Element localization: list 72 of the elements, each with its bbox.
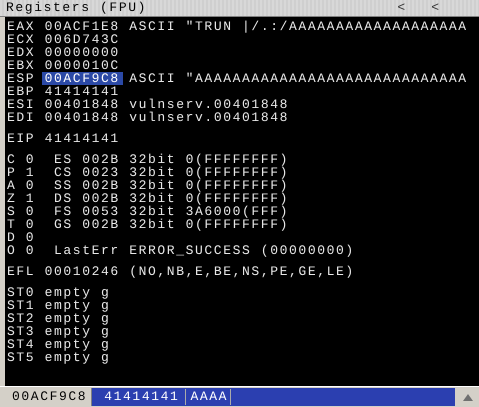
flag-value[interactable]: 0 (26, 218, 54, 231)
fpu-register-tag: g (101, 351, 110, 364)
segment-info: LastErr ERROR_SUCCESS (00000000) (54, 244, 355, 257)
register-name: EDI (7, 111, 36, 124)
flag-name: Z (7, 192, 18, 205)
register-value[interactable]: 41414141 (44, 85, 120, 98)
register-value[interactable]: 00ACF9C8 (42, 72, 123, 85)
fpu-register-state: empty (44, 312, 92, 325)
register-name: ESI (7, 98, 36, 111)
flag-value[interactable]: 0 (26, 179, 54, 192)
flag-name: A (7, 179, 18, 192)
register-comment: ASCII "TRUN |/.:/AAAAAAAAAAAAAAAAAAA (129, 20, 468, 33)
register-name: EIP (7, 132, 36, 145)
status-ascii: AAAA (186, 389, 232, 405)
register-comment: vulnserv.00401848 (129, 98, 290, 111)
register-name: EDX (7, 46, 36, 59)
register-comment: vulnserv.00401848 (129, 111, 290, 124)
fpu-register-state: empty (44, 351, 92, 364)
fpu-register-name: ST5 (7, 351, 36, 364)
fpu-register-name: ST4 (7, 338, 36, 351)
fpu-register-tag: g (101, 286, 110, 299)
register-comment: ASCII "AAAAAAAAAAAAAAAAAAAAAAAAAAAAA (129, 72, 468, 85)
register-value[interactable]: 00000000 (44, 46, 120, 59)
fpu-register-tag: g (101, 338, 110, 351)
flag-name: S (7, 205, 18, 218)
segment-info: DS 002B 32bit 0(FFFFFFFF) (54, 192, 290, 205)
segment-info: GS 002B 32bit 0(FFFFFFFF) (54, 218, 290, 231)
register-value[interactable]: 00010246 (44, 265, 120, 278)
fpu-register-tag: g (101, 299, 110, 312)
fpu-register-name: ST1 (7, 299, 36, 312)
fpu-register-tag: g (101, 312, 110, 325)
register-value[interactable]: 00401848 (44, 98, 120, 111)
pane-title: Registers (FPU) (6, 1, 148, 15)
flag-value[interactable]: 0 (26, 205, 54, 218)
flag-value[interactable]: 0 (26, 244, 54, 257)
register-name: ECX (7, 33, 36, 46)
flag-value[interactable]: 0 (26, 231, 54, 244)
collapse-button[interactable]: < (397, 1, 406, 15)
register-name: ESP (7, 72, 36, 85)
register-value[interactable]: 41414141 (44, 132, 120, 145)
segment-info: CS 0023 32bit 0(FFFFFFFF) (54, 166, 290, 179)
flag-name: O (7, 244, 18, 257)
fpu-register-state: empty (44, 338, 92, 351)
register-value[interactable]: 0000010C (44, 59, 120, 72)
fpu-register-name: ST2 (7, 312, 36, 325)
flag-value[interactable]: 1 (26, 192, 54, 205)
segment-info: SS 002B 32bit 0(FFFFFFFF) (54, 179, 290, 192)
register-name: EBX (7, 59, 36, 72)
fpu-register-tag: g (101, 325, 110, 338)
scroll-up-icon[interactable] (463, 394, 473, 400)
flag-value[interactable]: 1 (26, 166, 54, 179)
collapse-button[interactable]: < (431, 1, 439, 15)
status-value: 41414141 (92, 389, 186, 405)
segment-info: ES 002B 32bit 0(FFFFFFFF) (54, 153, 290, 166)
fpu-register-state: empty (44, 299, 92, 312)
flag-name: C (7, 153, 18, 166)
register-name: EFL (7, 265, 36, 278)
flags-comment: (NO,NB,E,BE,NS,PE,GE,LE) (129, 265, 355, 278)
flag-value[interactable]: 0 (26, 153, 54, 166)
fpu-register-state: empty (44, 286, 92, 299)
register-name: EAX (7, 20, 36, 33)
flag-name: P (7, 166, 18, 179)
register-value[interactable]: 006D743C (44, 33, 120, 46)
register-name: EBP (7, 85, 36, 98)
flag-name: T (7, 218, 18, 231)
register-value[interactable]: 00401848 (44, 111, 120, 124)
fpu-register-name: ST0 (7, 286, 36, 299)
register-value[interactable]: 00ACF1E8 (44, 20, 120, 33)
fpu-register-state: empty (44, 325, 92, 338)
segment-info: FS 0053 32bit 3A6000(FFF) (54, 205, 290, 218)
flag-name: D (7, 231, 18, 244)
fpu-register-name: ST3 (7, 325, 36, 338)
